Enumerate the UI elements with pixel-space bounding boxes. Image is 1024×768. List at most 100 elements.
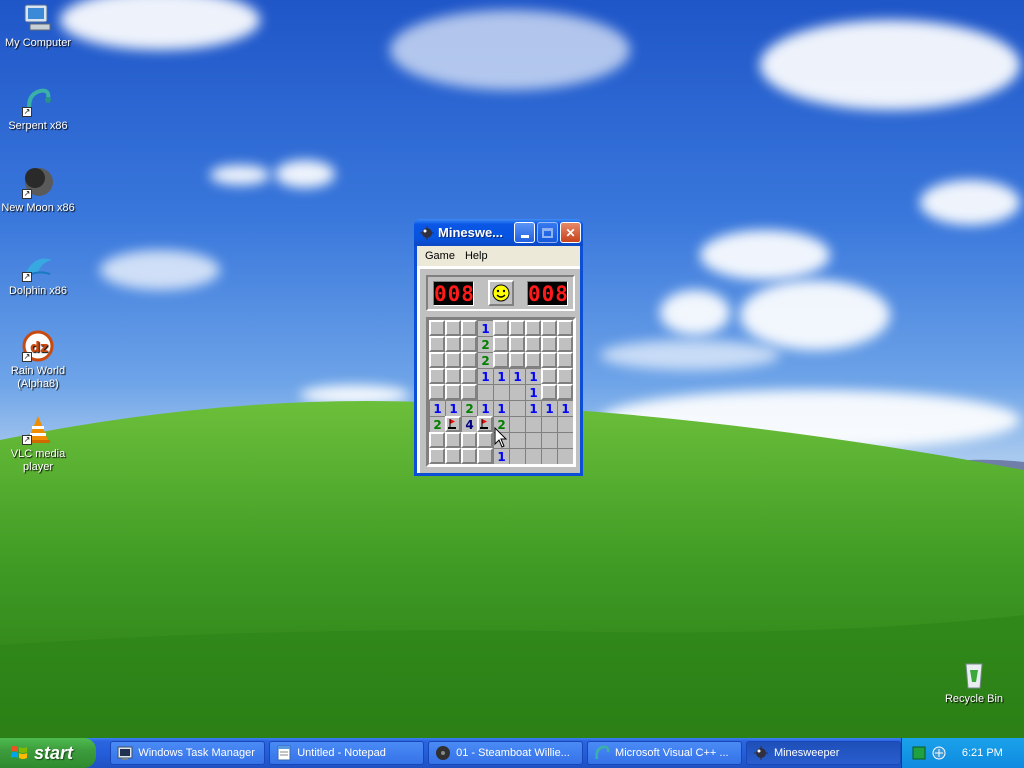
empty-cell[interactable] [525,448,541,464]
task-notepad[interactable]: Untitled - Notepad [269,741,425,765]
covered-cell[interactable] [429,336,445,352]
empty-cell[interactable] [541,416,557,432]
number-cell[interactable]: 2 [461,400,477,416]
number-cell[interactable]: 2 [477,352,493,368]
number-cell[interactable]: 1 [493,400,509,416]
covered-cell[interactable] [557,384,573,400]
flagged-cell[interactable] [445,416,461,432]
empty-cell[interactable] [541,448,557,464]
clock[interactable]: 6:21 PM [962,747,1003,759]
empty-cell[interactable] [557,448,573,464]
covered-cell[interactable] [509,320,525,336]
number-cell[interactable]: 1 [493,368,509,384]
number-cell[interactable]: 1 [541,400,557,416]
number-cell[interactable]: 2 [477,336,493,352]
covered-cell[interactable] [445,336,461,352]
covered-cell[interactable] [541,352,557,368]
number-cell[interactable]: 1 [509,368,525,384]
number-cell[interactable]: 1 [477,400,493,416]
covered-cell[interactable] [541,368,557,384]
covered-cell[interactable] [429,384,445,400]
covered-cell[interactable] [509,352,525,368]
tray-app-icon[interactable] [912,746,926,760]
empty-cell[interactable] [477,384,493,400]
tray-network-icon[interactable] [932,746,946,760]
empty-cell[interactable] [509,400,525,416]
desktop-icon-recycle-bin[interactable]: Recycle Bin [936,658,1012,706]
empty-cell[interactable] [509,416,525,432]
number-cell[interactable]: 1 [493,448,509,464]
covered-cell[interactable] [429,320,445,336]
desktop-icon-my-computer[interactable]: My Computer [0,2,76,50]
number-cell[interactable]: 1 [445,400,461,416]
covered-cell[interactable] [461,336,477,352]
covered-cell[interactable] [429,448,445,464]
empty-cell[interactable] [557,432,573,448]
menu-game[interactable]: Game [420,250,460,262]
covered-cell[interactable] [477,432,493,448]
covered-cell[interactable] [525,352,541,368]
number-cell[interactable]: 4 [461,416,477,432]
covered-cell[interactable] [461,448,477,464]
covered-cell[interactable] [509,336,525,352]
number-cell[interactable]: 1 [429,400,445,416]
window-titlebar[interactable]: Mineswe... ✕ [414,219,583,246]
maximize-button[interactable] [537,222,558,243]
covered-cell[interactable] [445,320,461,336]
desktop-icon-rain-world[interactable]: dz ↗ Rain World (Alpha8) [0,330,76,391]
covered-cell[interactable] [429,368,445,384]
number-cell[interactable]: 1 [525,368,541,384]
task-visual-cpp[interactable]: Microsoft Visual C++ ... [587,741,742,765]
close-button[interactable]: ✕ [560,222,581,243]
covered-cell[interactable] [461,352,477,368]
covered-cell[interactable] [493,320,509,336]
desktop-icon-vlc[interactable]: ↗ VLC media player [0,413,76,474]
empty-cell[interactable] [541,432,557,448]
covered-cell[interactable] [557,368,573,384]
empty-cell[interactable] [525,416,541,432]
covered-cell[interactable] [461,384,477,400]
empty-cell[interactable] [509,448,525,464]
menu-help[interactable]: Help [460,250,493,262]
empty-cell[interactable] [509,432,525,448]
covered-cell[interactable] [445,352,461,368]
covered-cell[interactable] [429,352,445,368]
covered-cell[interactable] [461,320,477,336]
covered-cell[interactable] [541,320,557,336]
flagged-cell[interactable] [477,416,493,432]
covered-cell[interactable] [461,368,477,384]
task-windows-task-manager[interactable]: Windows Task Manager [110,741,266,765]
number-cell[interactable]: 2 [429,416,445,432]
covered-cell[interactable] [461,432,477,448]
start-button[interactable]: start [0,738,97,768]
covered-cell[interactable] [557,320,573,336]
covered-cell[interactable] [493,336,509,352]
task-steamboat-willie[interactable]: 01 - Steamboat Willie... [428,741,584,765]
covered-cell[interactable] [445,368,461,384]
task-minesweeper[interactable]: Minesweeper [745,741,901,765]
desktop-icon-dolphin[interactable]: ↗ Dolphin x86 [0,250,76,298]
covered-cell[interactable] [445,384,461,400]
empty-cell[interactable] [557,416,573,432]
new-game-button[interactable] [487,280,514,306]
covered-cell[interactable] [557,352,573,368]
empty-cell[interactable] [509,384,525,400]
number-cell[interactable]: 1 [525,400,541,416]
covered-cell[interactable] [541,336,557,352]
number-cell[interactable]: 1 [525,384,541,400]
minimize-button[interactable] [514,222,535,243]
covered-cell[interactable] [525,320,541,336]
number-cell[interactable]: 1 [477,320,493,336]
covered-cell[interactable] [541,384,557,400]
desktop-icon-serpent[interactable]: ↗ Serpent x86 [0,85,76,133]
covered-cell[interactable] [557,336,573,352]
covered-cell[interactable] [445,448,461,464]
covered-cell[interactable] [429,432,445,448]
covered-cell[interactable] [445,432,461,448]
covered-cell[interactable] [525,336,541,352]
number-cell[interactable]: 1 [557,400,573,416]
covered-cell[interactable] [493,352,509,368]
empty-cell[interactable] [525,432,541,448]
number-cell[interactable]: 1 [477,368,493,384]
empty-cell[interactable] [493,384,509,400]
